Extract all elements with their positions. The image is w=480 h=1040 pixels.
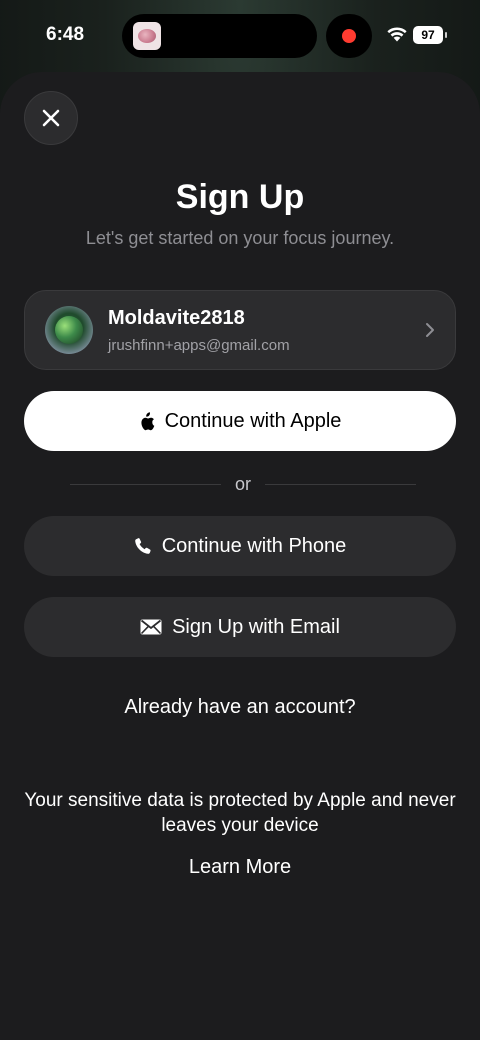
status-bar: 6:48 97 (0, 0, 480, 72)
battery-indicator: 97 (413, 26, 447, 44)
chevron-right-icon (426, 323, 434, 337)
page-title: Sign Up (175, 178, 305, 216)
battery-level: 97 (421, 28, 435, 42)
wifi-icon (387, 27, 407, 42)
privacy-notice: Your sensitive data is protected by Appl… (24, 790, 456, 836)
status-time: 6:48 (46, 24, 85, 45)
or-divider: or (70, 472, 417, 496)
saved-account-card[interactable]: Moldavite2818 jrushfinn+apps@gmail.com (24, 290, 456, 370)
envelope-icon (140, 619, 162, 635)
page-subtitle: Let's get started on your focus journey. (85, 228, 395, 248)
already-have-account-link[interactable]: Already have an account? (0, 696, 480, 719)
sign-up-with-email-label: Sign Up with Email (172, 615, 340, 638)
record-dot-icon (342, 29, 356, 43)
screen-recording-indicator[interactable] (326, 14, 372, 58)
learn-more-link[interactable]: Learn More (0, 856, 480, 879)
sign-up-sheet: Sign Up Let's get started on your focus … (0, 72, 480, 1040)
sign-up-with-email-button[interactable]: Sign Up with Email (24, 597, 456, 657)
close-button[interactable] (24, 91, 78, 145)
or-label: or (235, 473, 252, 494)
continue-with-apple-button[interactable]: Continue with Apple (24, 391, 456, 451)
continue-with-apple-label: Continue with Apple (164, 409, 342, 432)
divider-line-left (70, 483, 221, 485)
apple-logo-icon (141, 411, 154, 430)
account-email: jrushfinn+apps@gmail.com (108, 337, 290, 354)
close-icon (42, 109, 60, 127)
divider-line-right (265, 483, 417, 485)
continue-with-phone-button[interactable]: Continue with Phone (24, 516, 456, 576)
continue-with-phone-label: Continue with Phone (161, 534, 347, 557)
account-name: Moldavite2818 (108, 307, 245, 329)
phone-icon (134, 538, 151, 554)
dynamic-island[interactable] (122, 14, 317, 58)
live-activity-app-icon (133, 22, 161, 50)
avatar (45, 306, 93, 354)
